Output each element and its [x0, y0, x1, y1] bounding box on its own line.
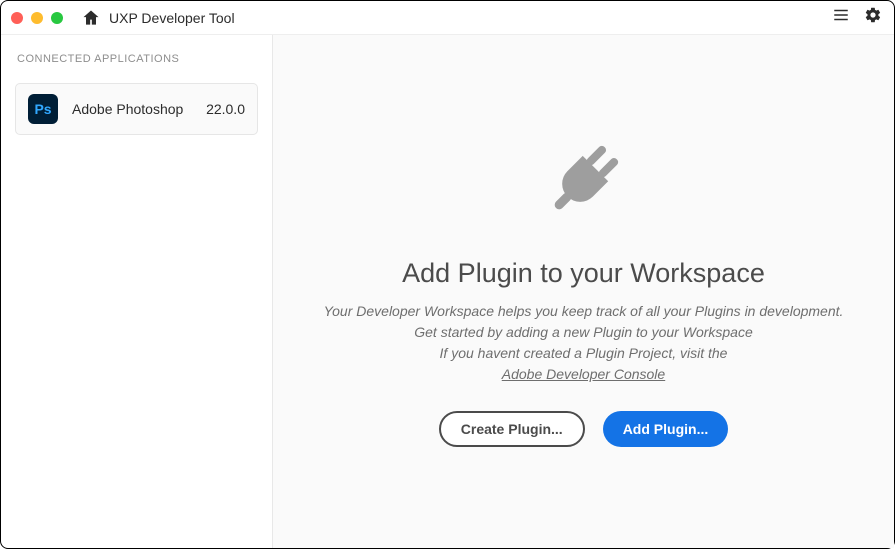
app-name: Adobe Photoshop — [72, 101, 192, 117]
list-icon[interactable] — [832, 6, 850, 29]
photoshop-icon: Ps — [28, 94, 58, 124]
desc-line1: Your Developer Workspace helps you keep … — [324, 301, 844, 322]
close-window-button[interactable] — [11, 12, 23, 24]
add-plugin-button[interactable]: Add Plugin... — [603, 411, 729, 447]
sidebar-header: CONNECTED APPLICATIONS — [15, 53, 258, 65]
maximize-window-button[interactable] — [51, 12, 63, 24]
description: Your Developer Workspace helps you keep … — [324, 301, 844, 385]
home-icon[interactable] — [81, 8, 101, 28]
create-plugin-button[interactable]: Create Plugin... — [439, 411, 585, 447]
content-area: Add Plugin to your Workspace Your Develo… — [273, 35, 894, 548]
connected-app-item[interactable]: Ps Adobe Photoshop 22.0.0 — [15, 83, 258, 135]
minimize-window-button[interactable] — [31, 12, 43, 24]
desc-line2: Get started by adding a new Plugin to yo… — [324, 322, 844, 343]
titlebar: UXP Developer Tool — [1, 1, 894, 35]
developer-console-link[interactable]: Adobe Developer Console — [502, 366, 665, 382]
main-area: CONNECTED APPLICATIONS Ps Adobe Photosho… — [1, 35, 894, 548]
page-headline: Add Plugin to your Workspace — [402, 258, 765, 289]
desc-line3: If you havent created a Plugin Project, … — [324, 343, 844, 364]
app-title: UXP Developer Tool — [109, 10, 235, 26]
gear-icon[interactable] — [864, 6, 882, 29]
sidebar: CONNECTED APPLICATIONS Ps Adobe Photosho… — [1, 35, 273, 548]
app-version: 22.0.0 — [206, 101, 245, 117]
button-row: Create Plugin... Add Plugin... — [439, 411, 728, 447]
plug-icon — [539, 135, 629, 230]
window-controls — [11, 12, 63, 24]
